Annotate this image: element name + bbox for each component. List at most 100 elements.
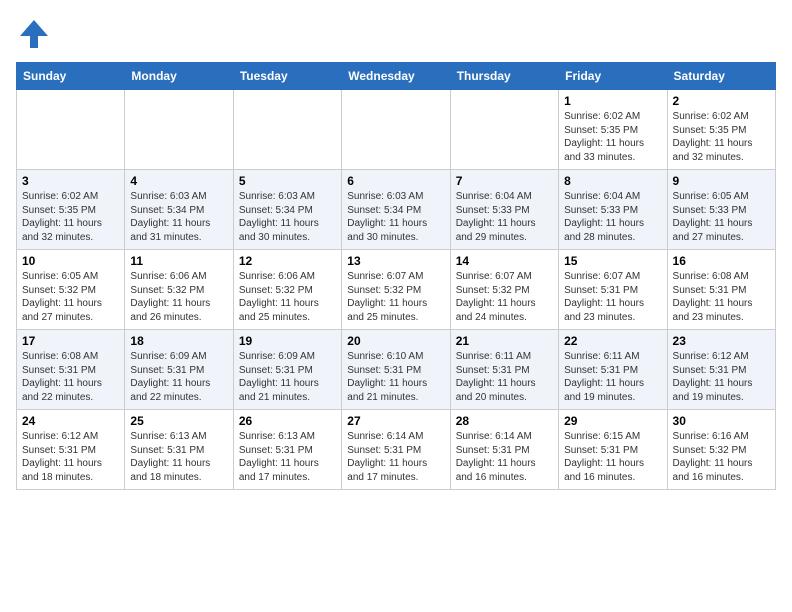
day-number: 26: [239, 414, 336, 428]
calendar-table: SundayMondayTuesdayWednesdayThursdayFrid…: [16, 62, 776, 490]
day-info: Sunrise: 6:16 AM Sunset: 5:32 PM Dayligh…: [673, 430, 770, 484]
calendar-week-row: 17 Sunrise: 6:08 AM Sunset: 5:31 PM Dayli…: [17, 330, 776, 410]
day-info: Sunrise: 6:15 AM Sunset: 5:31 PM Dayligh…: [564, 430, 661, 484]
day-info: Sunrise: 6:08 AM Sunset: 5:31 PM Dayligh…: [673, 270, 770, 324]
day-number: 28: [456, 414, 553, 428]
calendar-cell: 3 Sunrise: 6:02 AM Sunset: 5:35 PM Daylig…: [17, 170, 125, 250]
day-number: 29: [564, 414, 661, 428]
calendar-cell: 29 Sunrise: 6:15 AM Sunset: 5:31 PM Dayli…: [559, 410, 667, 490]
day-header-monday: Monday: [125, 63, 233, 90]
day-info: Sunrise: 6:07 AM Sunset: 5:32 PM Dayligh…: [456, 270, 553, 324]
day-number: 14: [456, 254, 553, 268]
logo: [16, 16, 56, 52]
day-number: 1: [564, 94, 661, 108]
day-number: 2: [673, 94, 770, 108]
calendar-cell: 14 Sunrise: 6:07 AM Sunset: 5:32 PM Dayli…: [450, 250, 558, 330]
day-info: Sunrise: 6:10 AM Sunset: 5:31 PM Dayligh…: [347, 350, 444, 404]
day-info: Sunrise: 6:06 AM Sunset: 5:32 PM Dayligh…: [130, 270, 227, 324]
calendar-cell: 9 Sunrise: 6:05 AM Sunset: 5:33 PM Daylig…: [667, 170, 775, 250]
day-header-thursday: Thursday: [450, 63, 558, 90]
day-info: Sunrise: 6:05 AM Sunset: 5:33 PM Dayligh…: [673, 190, 770, 244]
day-number: 6: [347, 174, 444, 188]
day-number: 18: [130, 334, 227, 348]
day-header-tuesday: Tuesday: [233, 63, 341, 90]
day-info: Sunrise: 6:05 AM Sunset: 5:32 PM Dayligh…: [22, 270, 119, 324]
calendar-cell: 16 Sunrise: 6:08 AM Sunset: 5:31 PM Dayli…: [667, 250, 775, 330]
calendar-cell: 10 Sunrise: 6:05 AM Sunset: 5:32 PM Dayli…: [17, 250, 125, 330]
calendar-cell: 30Sunrise: 6:16 AM Sunset: 5:32 PM Dayli…: [667, 410, 775, 490]
day-number: 11: [130, 254, 227, 268]
day-number: 24: [22, 414, 119, 428]
calendar-cell: 13 Sunrise: 6:07 AM Sunset: 5:32 PM Dayli…: [342, 250, 450, 330]
day-number: 5: [239, 174, 336, 188]
day-number: 4: [130, 174, 227, 188]
day-info: Sunrise: 6:13 AM Sunset: 5:31 PM Dayligh…: [239, 430, 336, 484]
day-number: 25: [130, 414, 227, 428]
day-number: 9: [673, 174, 770, 188]
day-info: Sunrise: 6:03 AM Sunset: 5:34 PM Dayligh…: [130, 190, 227, 244]
day-number: 17: [22, 334, 119, 348]
day-info: Sunrise: 6:03 AM Sunset: 5:34 PM Dayligh…: [239, 190, 336, 244]
day-info: Sunrise: 6:02 AM Sunset: 5:35 PM Dayligh…: [22, 190, 119, 244]
calendar-cell: 27 Sunrise: 6:14 AM Sunset: 5:31 PM Dayli…: [342, 410, 450, 490]
day-number: 3: [22, 174, 119, 188]
day-number: 22: [564, 334, 661, 348]
day-info: Sunrise: 6:08 AM Sunset: 5:31 PM Dayligh…: [22, 350, 119, 404]
calendar-cell: [17, 90, 125, 170]
day-info: Sunrise: 6:09 AM Sunset: 5:31 PM Dayligh…: [239, 350, 336, 404]
calendar-cell: 28 Sunrise: 6:14 AM Sunset: 5:31 PM Dayli…: [450, 410, 558, 490]
day-info: Sunrise: 6:03 AM Sunset: 5:34 PM Dayligh…: [347, 190, 444, 244]
calendar-week-row: 1 Sunrise: 6:02 AM Sunset: 5:35 PM Daylig…: [17, 90, 776, 170]
day-info: Sunrise: 6:14 AM Sunset: 5:31 PM Dayligh…: [347, 430, 444, 484]
day-number: 8: [564, 174, 661, 188]
calendar-cell: 8 Sunrise: 6:04 AM Sunset: 5:33 PM Daylig…: [559, 170, 667, 250]
day-info: Sunrise: 6:07 AM Sunset: 5:32 PM Dayligh…: [347, 270, 444, 324]
day-number: 7: [456, 174, 553, 188]
day-info: Sunrise: 6:04 AM Sunset: 5:33 PM Dayligh…: [456, 190, 553, 244]
calendar-cell: [233, 90, 341, 170]
calendar-cell: 6 Sunrise: 6:03 AM Sunset: 5:34 PM Daylig…: [342, 170, 450, 250]
calendar-cell: 12 Sunrise: 6:06 AM Sunset: 5:32 PM Dayli…: [233, 250, 341, 330]
calendar-cell: 24 Sunrise: 6:12 AM Sunset: 5:31 PM Dayli…: [17, 410, 125, 490]
calendar-cell: 19 Sunrise: 6:09 AM Sunset: 5:31 PM Dayli…: [233, 330, 341, 410]
day-header-wednesday: Wednesday: [342, 63, 450, 90]
calendar-cell: [450, 90, 558, 170]
calendar-cell: 23 Sunrise: 6:12 AM Sunset: 5:31 PM Dayli…: [667, 330, 775, 410]
day-info: Sunrise: 6:07 AM Sunset: 5:31 PM Dayligh…: [564, 270, 661, 324]
calendar-cell: 26 Sunrise: 6:13 AM Sunset: 5:31 PM Dayli…: [233, 410, 341, 490]
day-info: Sunrise: 6:13 AM Sunset: 5:31 PM Dayligh…: [130, 430, 227, 484]
day-number: 21: [456, 334, 553, 348]
day-header-friday: Friday: [559, 63, 667, 90]
day-number: 23: [673, 334, 770, 348]
calendar-cell: [342, 90, 450, 170]
day-number: 10: [22, 254, 119, 268]
day-info: Sunrise: 6:09 AM Sunset: 5:31 PM Dayligh…: [130, 350, 227, 404]
calendar-cell: 1 Sunrise: 6:02 AM Sunset: 5:35 PM Daylig…: [559, 90, 667, 170]
day-number: 12: [239, 254, 336, 268]
day-number: 13: [347, 254, 444, 268]
calendar-cell: [125, 90, 233, 170]
calendar-cell: 20 Sunrise: 6:10 AM Sunset: 5:31 PM Dayli…: [342, 330, 450, 410]
calendar-cell: 15Sunrise: 6:07 AM Sunset: 5:31 PM Dayli…: [559, 250, 667, 330]
day-info: Sunrise: 6:06 AM Sunset: 5:32 PM Dayligh…: [239, 270, 336, 324]
day-info: Sunrise: 6:11 AM Sunset: 5:31 PM Dayligh…: [564, 350, 661, 404]
day-number: 19: [239, 334, 336, 348]
day-info: Sunrise: 6:12 AM Sunset: 5:31 PM Dayligh…: [673, 350, 770, 404]
calendar-cell: 5 Sunrise: 6:03 AM Sunset: 5:34 PM Daylig…: [233, 170, 341, 250]
day-info: Sunrise: 6:12 AM Sunset: 5:31 PM Dayligh…: [22, 430, 119, 484]
calendar-cell: 21 Sunrise: 6:11 AM Sunset: 5:31 PM Dayli…: [450, 330, 558, 410]
calendar-week-row: 3 Sunrise: 6:02 AM Sunset: 5:35 PM Daylig…: [17, 170, 776, 250]
calendar-week-row: 10 Sunrise: 6:05 AM Sunset: 5:32 PM Dayli…: [17, 250, 776, 330]
day-info: Sunrise: 6:04 AM Sunset: 5:33 PM Dayligh…: [564, 190, 661, 244]
day-number: 27: [347, 414, 444, 428]
calendar-cell: 17 Sunrise: 6:08 AM Sunset: 5:31 PM Dayli…: [17, 330, 125, 410]
day-info: Sunrise: 6:11 AM Sunset: 5:31 PM Dayligh…: [456, 350, 553, 404]
calendar-cell: 2Sunrise: 6:02 AM Sunset: 5:35 PM Daylig…: [667, 90, 775, 170]
day-number: 16: [673, 254, 770, 268]
day-info: Sunrise: 6:14 AM Sunset: 5:31 PM Dayligh…: [456, 430, 553, 484]
day-number: 20: [347, 334, 444, 348]
calendar-cell: 4 Sunrise: 6:03 AM Sunset: 5:34 PM Daylig…: [125, 170, 233, 250]
day-info: Sunrise: 6:02 AM Sunset: 5:35 PM Dayligh…: [564, 110, 661, 164]
calendar-cell: 11 Sunrise: 6:06 AM Sunset: 5:32 PM Dayli…: [125, 250, 233, 330]
calendar-cell: 18 Sunrise: 6:09 AM Sunset: 5:31 PM Dayli…: [125, 330, 233, 410]
